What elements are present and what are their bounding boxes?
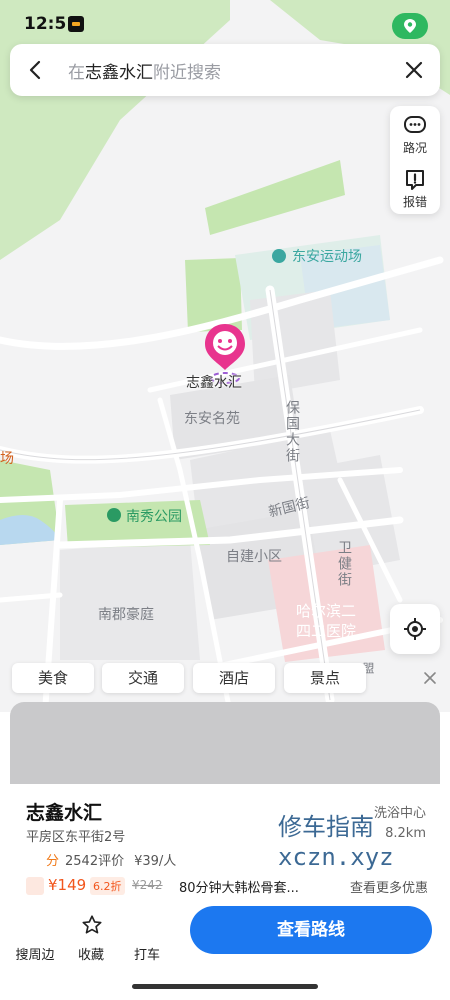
map-label-nanjun: 南郡豪庭 <box>98 607 154 623</box>
deal-row[interactable]: ¥149 6.2折 ¥242 80分钟大韩松骨套... 查看更多优惠 <box>26 876 428 896</box>
map-label-baoguo-street: 保国大街 <box>284 400 300 464</box>
map-label-dongan: 东安名苑 <box>184 411 240 427</box>
traffic-button[interactable]: 路况 <box>390 106 440 160</box>
report-icon <box>406 170 424 190</box>
search-nearby-label: 搜周边 <box>15 948 55 963</box>
deal-discount-badge: 6.2折 <box>90 877 125 895</box>
more-deals-link[interactable]: 查看更多优惠 <box>350 877 428 896</box>
map-label-nanxiu-park[interactable]: 南秀公园 <box>126 506 182 526</box>
chip-hotel[interactable]: 酒店 <box>193 663 275 693</box>
map-label-zijian: 自建小区 <box>226 549 282 565</box>
rating-row[interactable]: 分 2542评价 ¥39/人 <box>26 850 176 869</box>
status-bar: 12:51 <box>0 0 450 44</box>
app-notification-icon <box>68 16 84 32</box>
poi-photo[interactable] <box>10 702 440 784</box>
chip-transport[interactable]: 交通 <box>102 663 184 693</box>
favorite-button[interactable]: 收藏 <box>62 906 120 966</box>
search-nearby-button[interactable]: 搜周边 <box>6 906 64 966</box>
chip-scenic[interactable]: 景点 <box>284 663 366 693</box>
map-label-hospital-2[interactable]: 四二医院 <box>296 620 356 641</box>
report-label: 报错 <box>402 195 427 209</box>
map-label-weijian-street: 卫健街 <box>336 540 352 588</box>
marker-label[interactable]: 志鑫水汇 <box>186 372 242 392</box>
view-route-button[interactable]: 查看路线 <box>190 906 432 954</box>
rating-score: 分 <box>46 854 60 869</box>
category-chips: 美食 交通 酒店 景点 <box>0 660 450 698</box>
search-bar[interactable]: 在志鑫水汇附近搜索 <box>10 44 440 96</box>
deal-price: ¥149 <box>48 876 87 894</box>
locate-icon <box>404 618 426 640</box>
watermark-line1: 修车指南 <box>278 813 374 841</box>
map-label-stadium[interactable]: 东安运动场 <box>292 246 362 266</box>
map-view[interactable]: 东安运动场 东安名苑 保国大街 南秀公园 新国街 自建小区 卫健街 南郡豪庭 哈… <box>0 0 450 712</box>
map-label-edge-chang: 场 <box>0 451 14 467</box>
price-per-person: ¥39/人 <box>134 854 177 869</box>
poi-address: 平房区东平街2号 <box>26 830 126 845</box>
taxi-button[interactable]: 打车 <box>118 906 176 966</box>
close-icon[interactable] <box>402 58 426 82</box>
search-suffix: 附近搜索 <box>153 63 221 83</box>
star-icon <box>82 915 102 934</box>
chips-close-icon[interactable] <box>418 666 442 690</box>
chip-food[interactable]: 美食 <box>12 663 94 693</box>
deal-original-price: ¥242 <box>132 878 163 892</box>
deal-title: 80分钟大韩松骨套... <box>179 881 299 896</box>
search-poi-name: 志鑫水汇 <box>85 63 153 83</box>
location-active-icon <box>392 13 428 39</box>
home-indicator[interactable] <box>132 984 318 989</box>
review-count: 2542评价 <box>65 854 125 869</box>
watermark-line2: xczn.xyz <box>278 843 394 871</box>
bottom-action-bar: 搜周边 收藏 打车 查看路线 <box>0 896 450 1000</box>
taxi-label: 打车 <box>133 948 160 963</box>
locate-button[interactable] <box>390 604 440 654</box>
map-tool-panel: 路况 报错 <box>390 106 440 214</box>
favorite-label: 收藏 <box>77 948 104 963</box>
poi-name: 志鑫水汇 <box>26 802 103 824</box>
deal-thumbnail <box>26 877 44 895</box>
traffic-label: 路况 <box>402 141 427 155</box>
traffic-icon <box>404 116 426 133</box>
search-input[interactable]: 在志鑫水汇附近搜索 <box>68 58 221 83</box>
back-icon[interactable] <box>24 58 48 82</box>
watermark: 修车指南 xczn.xyz <box>278 812 394 872</box>
report-error-button[interactable]: 报错 <box>390 160 440 214</box>
map-label-hospital-1[interactable]: 哈尔滨二 <box>296 600 356 621</box>
search-prefix: 在 <box>68 63 85 83</box>
poi-detail-sheet[interactable]: 志鑫水汇 洗浴中心 平房区东平街2号 8.2km 分 2542评价 ¥39/人 ¥1… <box>10 702 440 902</box>
